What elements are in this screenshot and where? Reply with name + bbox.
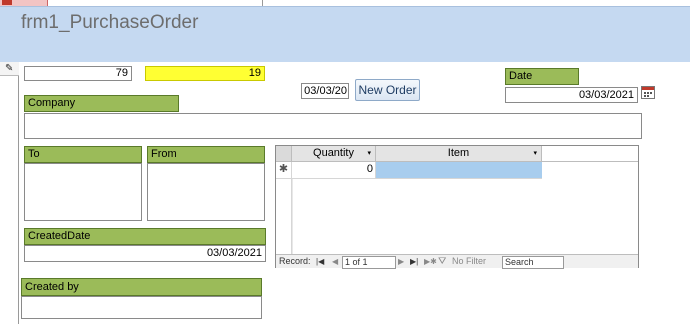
- select-all-corner[interactable]: [276, 146, 292, 162]
- from-field[interactable]: [147, 163, 265, 221]
- record-label: Record:: [279, 256, 311, 266]
- filter-status[interactable]: No Filter: [452, 255, 486, 268]
- from-label: From: [147, 146, 265, 163]
- created-by-field[interactable]: [21, 296, 262, 319]
- company-label: Company: [24, 95, 179, 112]
- date-label: Date: [505, 68, 579, 85]
- previous-record-icon[interactable]: ◀: [332, 255, 338, 268]
- grid-line: [292, 179, 293, 254]
- item-cell[interactable]: [376, 162, 542, 179]
- created-date-label: CreatedDate: [24, 228, 266, 245]
- search-input[interactable]: Search: [502, 256, 564, 269]
- calendar-icon[interactable]: [641, 86, 655, 99]
- highlighted-field[interactable]: 19: [145, 66, 265, 81]
- quantity-cell[interactable]: 0: [292, 162, 376, 179]
- record-position-field[interactable]: 1 of 1: [342, 256, 396, 269]
- date-field[interactable]: 03/03/2021: [505, 87, 638, 103]
- datasheet-header-filler: [542, 146, 638, 162]
- new-record-nav-icon[interactable]: ▶✱: [424, 255, 437, 268]
- record-selector-column: [0, 62, 19, 324]
- company-field[interactable]: [24, 113, 642, 139]
- new-record-icon[interactable]: ✱: [276, 162, 292, 179]
- first-record-icon[interactable]: |◀: [316, 255, 324, 268]
- pencil-icon: ✎: [5, 63, 14, 74]
- column-header-label: Quantity: [313, 147, 354, 159]
- column-header-quantity[interactable]: Quantity ▾: [292, 146, 376, 162]
- next-record-icon[interactable]: ▶: [398, 255, 404, 268]
- chevron-down-icon[interactable]: ▾: [367, 146, 371, 161]
- last-record-icon[interactable]: ▶|: [410, 255, 418, 268]
- to-label: To: [24, 146, 142, 163]
- column-header-item[interactable]: Item ▾: [376, 146, 542, 162]
- chevron-down-icon[interactable]: ▾: [533, 146, 537, 161]
- column-header-label: Item: [447, 147, 470, 159]
- filter-icon[interactable]: ⛛: [438, 255, 446, 268]
- form-icon: [2, 0, 12, 5]
- form-title: frm1_PurchaseOrder: [21, 12, 199, 33]
- new-order-button[interactable]: New Order: [355, 79, 420, 101]
- created-date-field[interactable]: 03/03/2021: [24, 245, 266, 262]
- order-date-field[interactable]: 03/03/20: [301, 83, 349, 99]
- record-navigation-bar: Record: |◀ ◀ 1 of 1 ▶ ▶| ▶✱ ⛛ No Filter …: [276, 254, 638, 269]
- id-field[interactable]: 79: [24, 66, 132, 81]
- to-field[interactable]: [24, 163, 142, 221]
- created-by-label: Created by: [21, 278, 262, 296]
- row-selector-column: [276, 179, 292, 254]
